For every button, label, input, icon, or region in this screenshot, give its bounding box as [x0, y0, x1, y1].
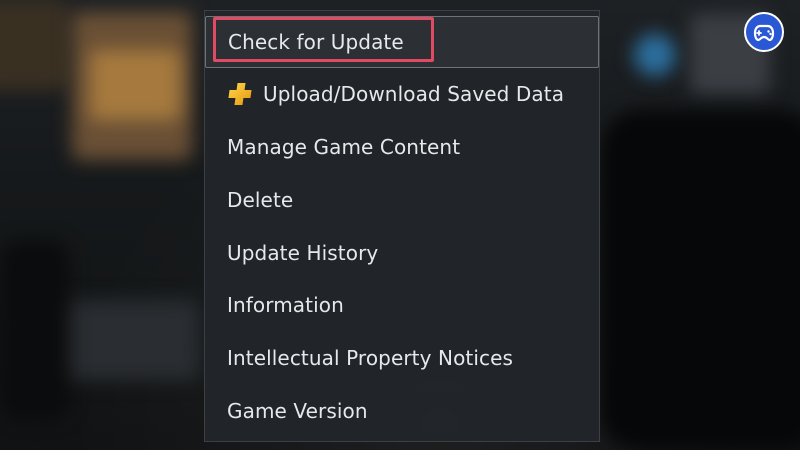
- menu-item-game-version[interactable]: Game Version: [205, 385, 599, 437]
- menu-item-label: Information: [227, 293, 344, 317]
- background-icon: [634, 34, 676, 76]
- menu-item-delete[interactable]: Delete: [205, 174, 599, 226]
- menu-item-label: Update History: [227, 241, 379, 265]
- menu-item-label: Game Version: [227, 399, 368, 423]
- options-menu: Check for Update Upload/Download Saved D…: [204, 10, 600, 442]
- menu-item-check-for-update[interactable]: Check for Update: [205, 16, 599, 68]
- menu-item-label: Delete: [227, 188, 294, 212]
- gamepad-logo-icon: [744, 12, 784, 52]
- menu-item-label: Intellectual Property Notices: [227, 346, 514, 370]
- menu-item-upload-download-saved-data[interactable]: Upload/Download Saved Data: [205, 68, 599, 120]
- background-shadow: [600, 110, 800, 450]
- background-tile: [0, 0, 70, 90]
- ps-plus-icon: [225, 81, 255, 107]
- menu-item-update-history[interactable]: Update History: [205, 227, 599, 279]
- menu-item-label: Upload/Download Saved Data: [263, 82, 565, 106]
- menu-item-information[interactable]: Information: [205, 279, 599, 331]
- menu-item-manage-game-content[interactable]: Manage Game Content: [205, 121, 599, 173]
- background-shadow: [0, 240, 70, 420]
- background-game-art: [90, 50, 180, 120]
- menu-item-label: Check for Update: [228, 30, 404, 54]
- menu-item-intellectual-property-notices[interactable]: Intellectual Property Notices: [205, 332, 599, 384]
- screen: Check for Update Upload/Download Saved D…: [0, 0, 800, 450]
- menu-item-label: Manage Game Content: [227, 135, 461, 159]
